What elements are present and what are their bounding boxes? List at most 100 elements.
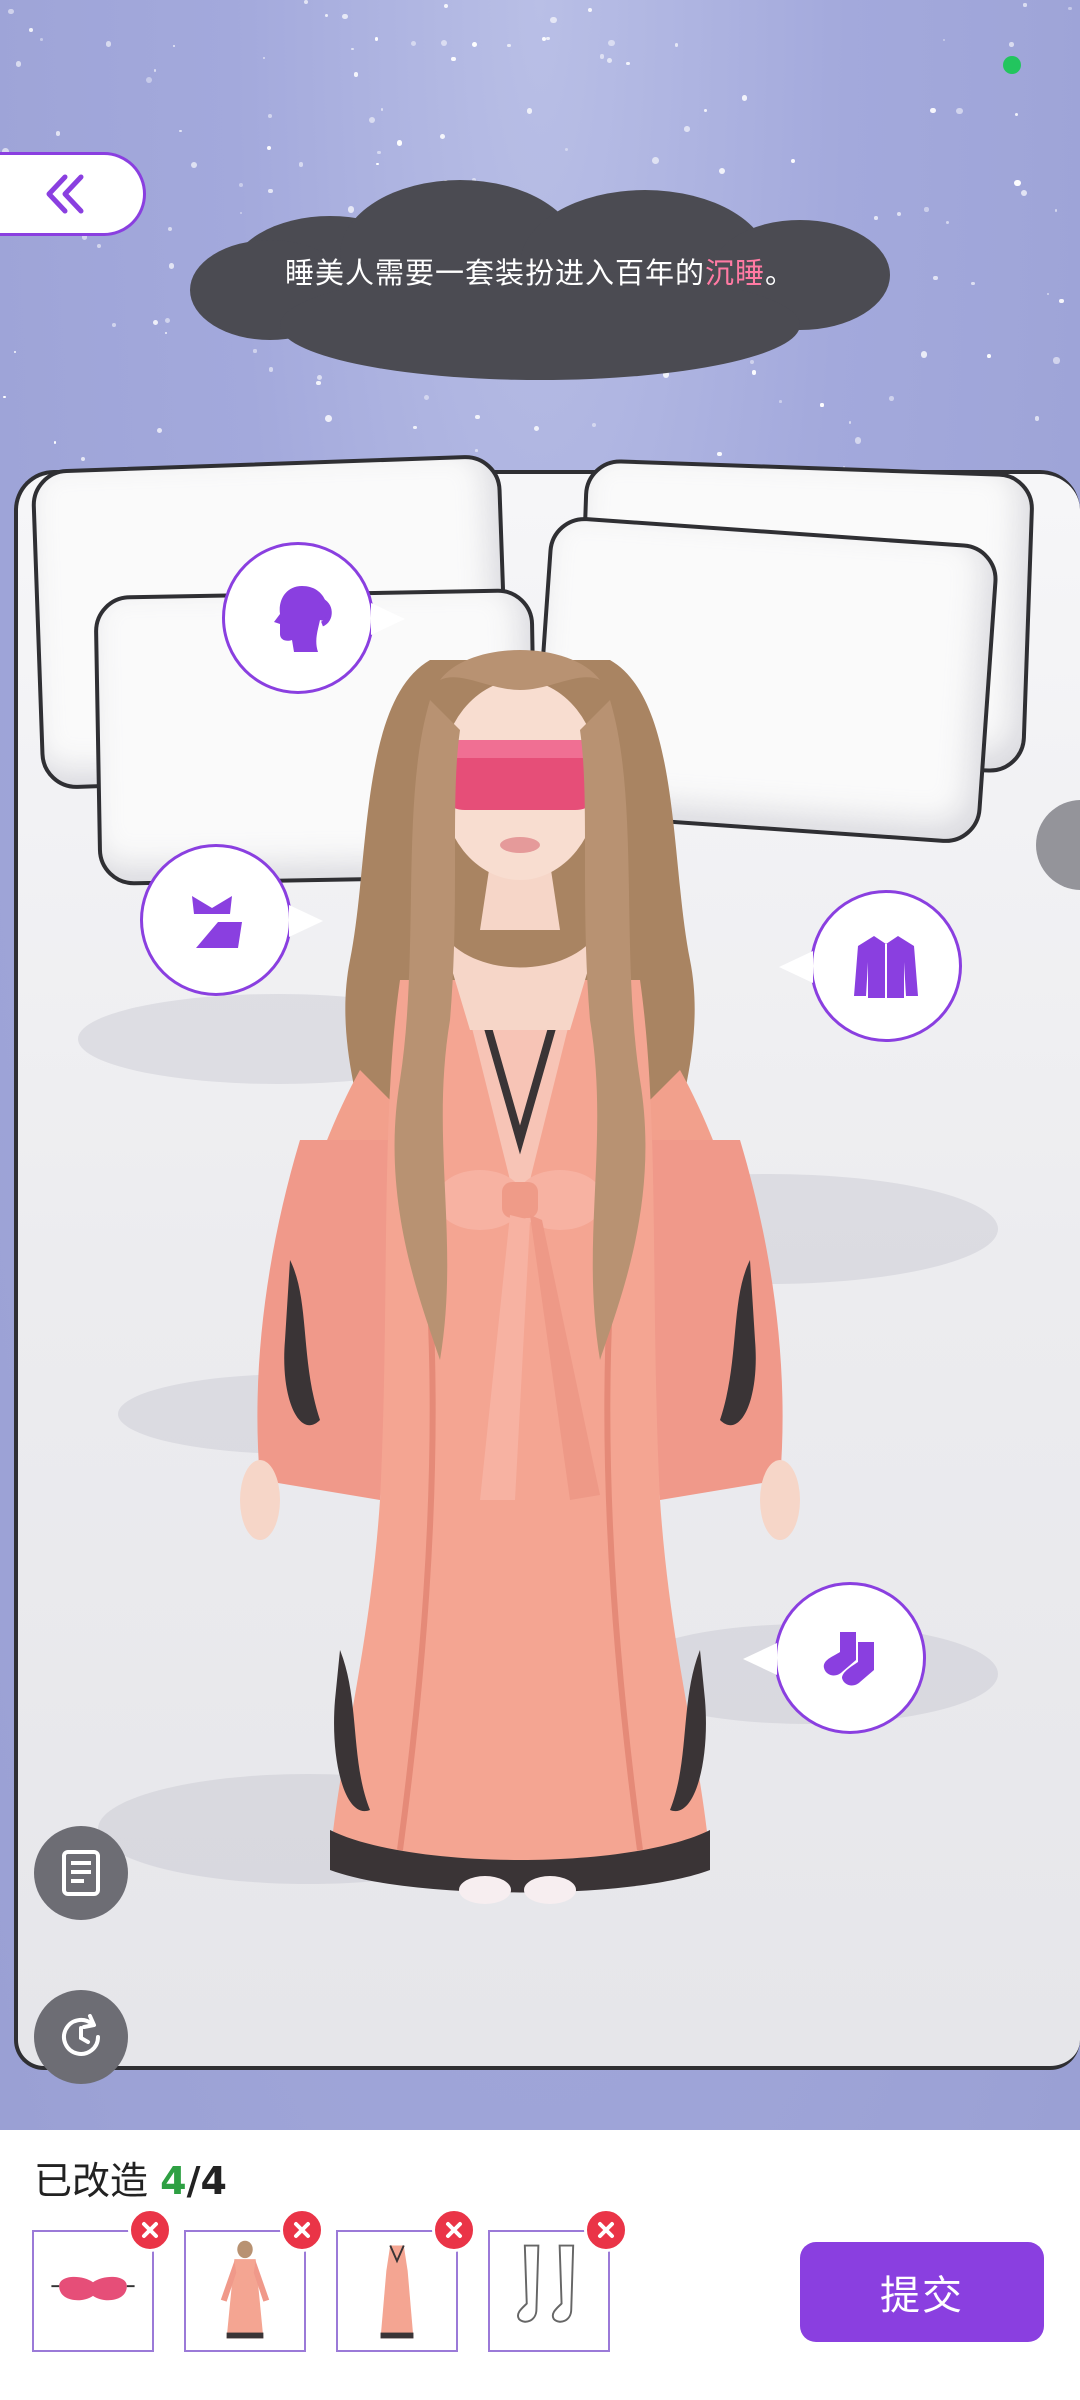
remove-nightgown-button[interactable]: [432, 2208, 476, 2252]
star: [164, 318, 171, 324]
notes-button[interactable]: [34, 1826, 128, 1920]
remove-stockings-button[interactable]: [584, 2208, 628, 2252]
star: [156, 427, 162, 433]
star: [167, 226, 172, 232]
selected-item-stockings[interactable]: [488, 2230, 610, 2352]
star: [165, 332, 168, 335]
star: [303, 0, 308, 4]
star: [626, 61, 630, 66]
star: [376, 163, 379, 166]
star: [40, 38, 43, 42]
selected-item-robe[interactable]: [184, 2230, 306, 2352]
star: [351, 47, 354, 51]
star: [971, 281, 975, 286]
star: [475, 414, 480, 420]
star: [933, 276, 938, 281]
star: [112, 323, 116, 327]
star: [1046, 292, 1049, 295]
star: [897, 211, 902, 217]
remove-sleep-mask-button[interactable]: [128, 2208, 172, 2252]
socks-category-button[interactable]: [743, 1582, 926, 1734]
selected-item-sleep-mask[interactable]: [32, 2230, 154, 2352]
star: [451, 56, 456, 62]
star: [779, 400, 783, 403]
star: [600, 54, 605, 59]
close-icon: [294, 2222, 310, 2238]
star: [439, 133, 445, 139]
star: [316, 380, 321, 386]
history-button[interactable]: [34, 1990, 128, 2084]
star: [546, 36, 550, 41]
remove-robe-button[interactable]: [280, 2208, 324, 2252]
star: [15, 61, 22, 67]
progress-label: 已改造 4/4: [34, 2159, 227, 2203]
star: [1068, 6, 1072, 11]
star: [146, 77, 153, 84]
star: [888, 396, 894, 401]
star: [324, 414, 332, 422]
star: [424, 395, 430, 401]
star: [411, 40, 417, 46]
status-indicator-dot: [1003, 56, 1021, 74]
star: [443, 3, 449, 9]
star: [790, 158, 795, 163]
star: [703, 109, 707, 113]
nightgown-icon: [380, 2245, 414, 2339]
star: [325, 13, 329, 17]
sleep-mask-icon: [51, 2276, 135, 2301]
star: [3, 395, 6, 399]
back-button[interactable]: [0, 152, 146, 236]
star: [374, 37, 379, 42]
star: [1014, 179, 1021, 187]
hint-highlight: 沉睡: [704, 256, 765, 290]
star: [820, 403, 824, 407]
star: [533, 426, 540, 432]
star: [920, 351, 928, 358]
close-icon: [598, 2222, 614, 2238]
star: [1034, 416, 1040, 421]
star: [1023, 3, 1027, 7]
progress-total-count: 4: [200, 2159, 227, 2203]
star: [608, 39, 615, 47]
star: [1020, 189, 1027, 196]
double-chevron-left-icon: [46, 174, 84, 214]
star: [353, 72, 359, 77]
star: [930, 108, 936, 114]
star: [190, 161, 197, 168]
star: [592, 423, 597, 428]
submit-button[interactable]: 提交: [800, 2242, 1044, 2342]
accessory-category-button[interactable]: [140, 844, 323, 996]
star: [683, 125, 690, 132]
hairstyle-category-button[interactable]: [222, 542, 405, 694]
progress-done-count: 4: [160, 2159, 187, 2203]
star: [651, 156, 659, 164]
star: [298, 162, 304, 167]
star: [13, 350, 17, 354]
star: [8, 8, 14, 14]
star: [606, 58, 612, 63]
star: [262, 57, 265, 60]
star: [717, 451, 722, 456]
star: [153, 69, 157, 72]
star: [179, 129, 182, 133]
star: [719, 167, 726, 175]
star: [1053, 357, 1060, 364]
star: [526, 108, 533, 114]
socks-icon: [823, 1632, 874, 1686]
star: [267, 146, 272, 151]
star: [55, 131, 61, 136]
selected-item-nightgown[interactable]: [336, 2230, 458, 2352]
history-clock-icon: [62, 2014, 100, 2056]
close-icon: [446, 2222, 462, 2238]
star: [946, 221, 950, 225]
accessory-icon: [192, 896, 242, 948]
star: [955, 107, 963, 115]
star: [1059, 298, 1064, 304]
top-category-button[interactable]: [779, 890, 962, 1042]
star: [564, 147, 568, 151]
star: [380, 108, 383, 111]
star: [96, 244, 101, 249]
star: [153, 320, 159, 326]
star: [80, 457, 85, 462]
star: [440, 40, 447, 47]
